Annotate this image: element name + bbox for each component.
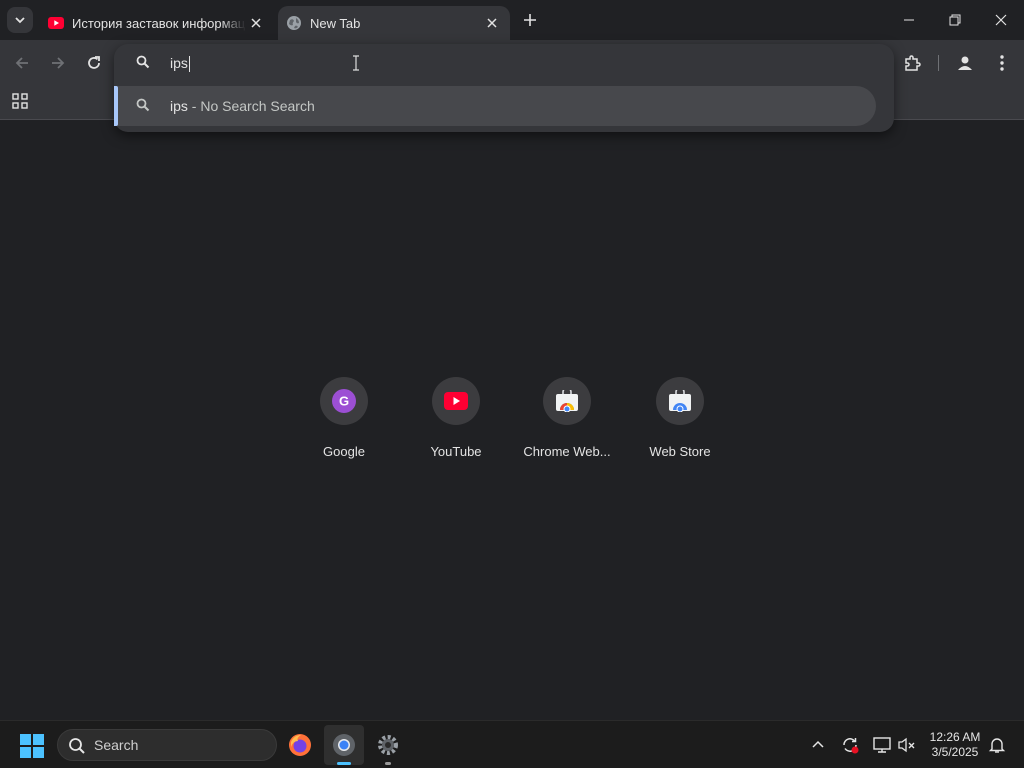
bell-icon (988, 738, 1006, 753)
active-indicator (337, 762, 351, 765)
search-icon (136, 55, 150, 74)
back-button[interactable] (8, 49, 36, 77)
toolbar-divider (938, 55, 939, 71)
minimize-button[interactable] (886, 0, 932, 40)
tab-title: История заставок информационных (72, 15, 246, 31)
omnibox-input[interactable]: ips (170, 55, 190, 73)
youtube-icon (444, 392, 468, 410)
shortcut-tile (543, 377, 591, 425)
shortcut-label: YouTube (430, 444, 482, 459)
chevron-down-icon (15, 17, 25, 24)
speaker-muted-icon (898, 737, 915, 753)
shortcut-label: Google (323, 444, 365, 459)
network-icon (873, 737, 891, 753)
volume-button[interactable] (895, 733, 919, 757)
suggestion-text: ips - No Search Search (170, 98, 315, 114)
minimize-icon (904, 19, 914, 21)
more-vert-icon (1000, 55, 1004, 71)
arrow-left-icon (15, 57, 28, 69)
forward-button[interactable] (44, 49, 72, 77)
clock-date: 3/5/2025 (931, 745, 979, 759)
chevron-up-icon (812, 740, 824, 748)
shortcut-google[interactable]: G Google (288, 372, 400, 468)
close-icon (995, 14, 1007, 26)
tab-youtube[interactable]: История заставок информационных (40, 6, 274, 40)
close-tab-icon[interactable] (246, 13, 266, 33)
clock-time: 12:26 AM (929, 730, 981, 744)
gear-icon (378, 735, 398, 755)
restore-icon (949, 14, 961, 26)
taskbar-search-label: Search (94, 737, 139, 753)
extensions-button[interactable] (898, 49, 926, 77)
start-button[interactable] (20, 734, 44, 758)
shortcut-tile (656, 377, 704, 425)
shortcut-chrome-web-store[interactable]: Chrome Web... (511, 372, 623, 468)
sync-status-button[interactable] (838, 733, 862, 757)
youtube-icon (48, 15, 64, 31)
tab-title: New Tab (310, 15, 361, 31)
chrome-web-store-icon (556, 390, 578, 412)
google-letter: G (339, 394, 349, 409)
shortcut-label: Chrome Web... (523, 444, 611, 459)
profile-button[interactable] (951, 49, 979, 77)
avatar-icon (958, 56, 972, 70)
menu-button[interactable] (988, 49, 1016, 77)
search-icon (68, 737, 86, 760)
suggestion-separator: - (187, 98, 201, 114)
network-button[interactable] (870, 733, 894, 757)
text-cursor-icon (353, 55, 359, 71)
omnibox-popup: ips ips - No Search Search (114, 44, 894, 132)
chrome-icon (333, 734, 355, 756)
suggestion-provider: No Search Search (200, 98, 315, 114)
google-letter-icon: G (332, 389, 356, 413)
taskbar-chrome[interactable] (324, 725, 364, 765)
restore-button[interactable] (932, 0, 978, 40)
puzzle-icon (905, 55, 921, 71)
running-indicator (385, 762, 391, 765)
shortcut-youtube[interactable]: YouTube (400, 372, 512, 468)
suggestion-query: ips (170, 98, 188, 114)
firefox-icon (289, 734, 311, 756)
omnibox[interactable]: ips (114, 44, 894, 82)
windows-logo-icon (20, 734, 44, 758)
reload-button[interactable] (80, 49, 108, 77)
reload-icon (88, 56, 100, 69)
taskbar-clock[interactable]: 12:26 AM 3/5/2025 (922, 730, 988, 760)
sync-icon (843, 738, 859, 754)
tab-new-tab[interactable]: New Tab (278, 6, 510, 40)
plus-icon (524, 14, 536, 26)
omnibox-suggestion[interactable]: ips - No Search Search (114, 86, 876, 126)
close-tab-icon[interactable] (482, 13, 502, 33)
shortcut-label: Web Store (649, 444, 711, 459)
shortcut-tile (432, 377, 480, 425)
tab-search-button[interactable] (7, 7, 33, 33)
search-icon (136, 98, 150, 117)
arrow-right-icon (52, 57, 65, 69)
taskbar-firefox[interactable] (280, 725, 320, 765)
notifications-button[interactable] (985, 733, 1009, 757)
close-window-button[interactable] (978, 0, 1024, 40)
show-hidden-icons-button[interactable] (806, 733, 830, 757)
selection-accent (114, 86, 118, 126)
shortcut-tile: G (320, 377, 368, 425)
taskbar: Search 12:26 AM 3/5/2025 (0, 720, 1024, 768)
globe-icon (286, 15, 302, 31)
text-caret (188, 56, 190, 73)
chrome-web-store-icon (669, 390, 691, 412)
taskbar-settings[interactable] (368, 725, 408, 765)
taskbar-search[interactable]: Search (57, 729, 277, 761)
apps-grid-icon[interactable] (12, 93, 30, 111)
new-tab-button[interactable] (518, 8, 542, 32)
shortcut-web-store[interactable]: Web Store (624, 372, 736, 468)
omnibox-value: ips (170, 55, 188, 71)
tab-strip: История заставок информационных New Tab (0, 0, 1024, 40)
